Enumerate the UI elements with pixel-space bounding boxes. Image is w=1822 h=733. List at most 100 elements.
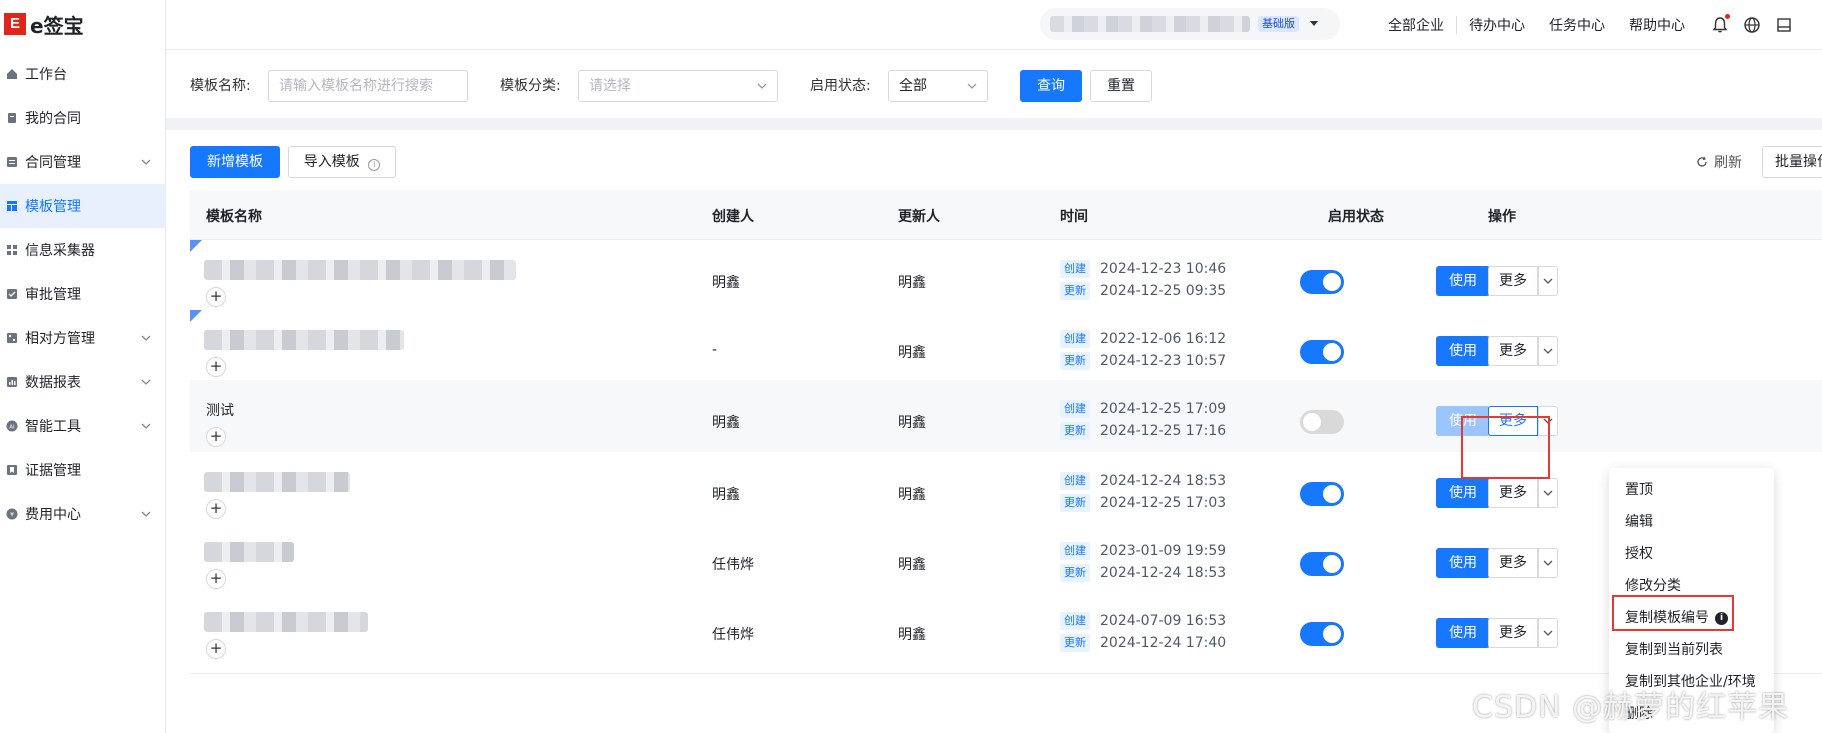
batch-operation-button[interactable]: 批量操作	[1762, 146, 1822, 178]
toggle-knob	[1323, 625, 1341, 643]
sidebar-item-3[interactable]: 模板管理	[0, 184, 166, 228]
template-icon	[5, 199, 19, 213]
more-dropdown-toggle[interactable]	[1538, 548, 1558, 578]
add-tag-button[interactable]: +	[206, 287, 226, 307]
add-tag-button[interactable]: +	[206, 569, 226, 589]
chevron-down-icon	[141, 159, 151, 165]
use-button[interactable]: 使用	[1436, 478, 1490, 508]
top-bar: 基础版 全部企业 待办中心 任务中心 帮助中心	[166, 0, 1822, 50]
updated-time: 更新 2024-12-24 18:53	[1060, 564, 1226, 582]
sidebar-item-label: 证据管理	[25, 463, 81, 479]
enterprise-name-redacted	[1050, 16, 1250, 32]
sidebar-item-4[interactable]: 信息采集器	[0, 228, 166, 272]
app-logo[interactable]: E e签宝	[4, 12, 84, 38]
add-tag-button[interactable]: +	[206, 499, 226, 519]
more-dropdown-toggle[interactable]	[1538, 266, 1558, 296]
sidebar-item-label: 合同管理	[25, 155, 81, 171]
template-name-redacted[interactable]	[204, 260, 516, 280]
template-name-redacted[interactable]	[204, 330, 404, 350]
template-name-redacted[interactable]	[204, 472, 350, 492]
sidebar-item-2[interactable]: 合同管理	[0, 140, 166, 184]
category-placeholder: 请选择	[589, 78, 631, 94]
status-toggle[interactable]	[1300, 552, 1344, 576]
status-label: 启用状态:	[810, 78, 871, 94]
toggle-knob	[1303, 413, 1321, 431]
all-enterprises-link[interactable]: 全部企业	[1376, 15, 1456, 35]
updater-cell: 明鑫	[898, 275, 926, 291]
sidebar-item-label: 数据报表	[25, 375, 81, 391]
creator-cell: 明鑫	[712, 275, 740, 291]
more-button[interactable]: 更多	[1488, 266, 1538, 296]
more-button[interactable]: 更多	[1488, 548, 1538, 578]
creator-cell: 任伟烨	[712, 557, 754, 573]
svg-text:¥: ¥	[10, 511, 14, 518]
updater-cell: 明鑫	[898, 487, 926, 503]
reset-button[interactable]: 重置	[1090, 70, 1152, 102]
status-toggle[interactable]	[1300, 270, 1344, 294]
template-name-redacted[interactable]	[204, 542, 294, 562]
template-name-redacted[interactable]	[204, 612, 368, 632]
more-dropdown-toggle[interactable]	[1538, 336, 1558, 366]
sidebar-item-1[interactable]: 我的合同	[0, 96, 166, 140]
pinned-corner-marker	[190, 240, 202, 252]
use-button[interactable]: 使用	[1436, 548, 1490, 578]
status-toggle[interactable]	[1300, 622, 1344, 646]
status-toggle-highlight	[1461, 416, 1550, 479]
task-center-link[interactable]: 任务中心	[1537, 15, 1617, 35]
status-toggle[interactable]	[1300, 340, 1344, 364]
created-time: 创建 2024-07-09 16:53	[1060, 612, 1226, 630]
chevron-down-icon	[1543, 630, 1553, 636]
add-tag-button[interactable]: +	[206, 427, 226, 447]
sidebar-item-0[interactable]: 工作台	[0, 52, 166, 96]
more-dropdown-toggle[interactable]	[1538, 618, 1558, 648]
enterprise-switcher[interactable]: 基础版	[1040, 8, 1340, 40]
sidebar-item-10[interactable]: ¥ 费用中心	[0, 492, 166, 536]
created-time: 创建 2024-12-23 10:46	[1060, 260, 1226, 278]
todo-center-link[interactable]: 待办中心	[1457, 15, 1537, 35]
menu-item-1[interactable]: 编辑	[1609, 506, 1774, 538]
sidebar-item-6[interactable]: 相对方管理	[0, 316, 166, 360]
more-button[interactable]: 更多	[1488, 618, 1538, 648]
menu-item-2[interactable]: 授权	[1609, 538, 1774, 570]
created-value: 2024-12-23 10:46	[1100, 261, 1227, 277]
refresh-button[interactable]: 刷新	[1696, 152, 1742, 172]
more-dropdown-toggle[interactable]	[1538, 478, 1558, 508]
table-row[interactable]: 测试 + 明鑫 明鑫 创建 2024-12-25 17:09 更新 2024-12-25 17…	[190, 380, 1822, 462]
layout-icon[interactable]	[1775, 16, 1793, 34]
chevron-down-icon	[757, 83, 767, 89]
template-name[interactable]: 测试	[206, 400, 234, 420]
import-template-button[interactable]: 导入模板 i	[288, 146, 396, 178]
add-template-button[interactable]: 新增模板	[190, 146, 280, 178]
updated-tag: 更新	[1060, 494, 1090, 512]
created-time: 创建 2022-12-06 16:12	[1060, 330, 1226, 348]
more-button[interactable]: 更多	[1488, 478, 1538, 508]
help-center-link[interactable]: 帮助中心	[1617, 15, 1697, 35]
more-button[interactable]: 更多	[1488, 336, 1538, 366]
sidebar-item-5[interactable]: 审批管理	[0, 272, 166, 316]
menu-item-0[interactable]: 置顶	[1609, 474, 1774, 506]
created-tag: 创建	[1060, 472, 1090, 490]
updated-time: 更新 2024-12-25 17:03	[1060, 494, 1226, 512]
use-button[interactable]: 使用	[1436, 336, 1490, 366]
use-button[interactable]: 使用	[1436, 618, 1490, 648]
table-row[interactable]: + 任伟烨 明鑫 创建 2024-07-09 16:53 更新 2024-12-24 17:…	[190, 592, 1822, 674]
add-tag-button[interactable]: +	[206, 639, 226, 659]
query-button[interactable]: 查询	[1020, 70, 1082, 102]
template-category-select[interactable]: 请选择	[578, 70, 778, 102]
template-category-label: 模板分类:	[500, 78, 561, 94]
add-tag-button[interactable]: +	[206, 357, 226, 377]
updated-tag: 更新	[1060, 352, 1090, 370]
globe-icon[interactable]	[1743, 16, 1761, 34]
status-select[interactable]: 全部	[888, 70, 988, 102]
grid-icon	[5, 243, 19, 257]
watermark: CSDN @赫萝的红苹果	[1472, 690, 1790, 725]
sidebar-item-9[interactable]: 证据管理	[0, 448, 166, 492]
template-name-input[interactable]: 请输入模板名称进行搜索	[268, 70, 468, 102]
menu-item-5[interactable]: 复制到当前列表	[1609, 634, 1774, 666]
sidebar-item-7[interactable]: 数据报表	[0, 360, 166, 404]
sidebar-item-8[interactable]: AI 智能工具	[0, 404, 166, 448]
use-button[interactable]: 使用	[1436, 266, 1490, 296]
status-toggle[interactable]	[1300, 410, 1344, 434]
bell-icon[interactable]	[1711, 14, 1730, 34]
status-toggle[interactable]	[1300, 482, 1344, 506]
